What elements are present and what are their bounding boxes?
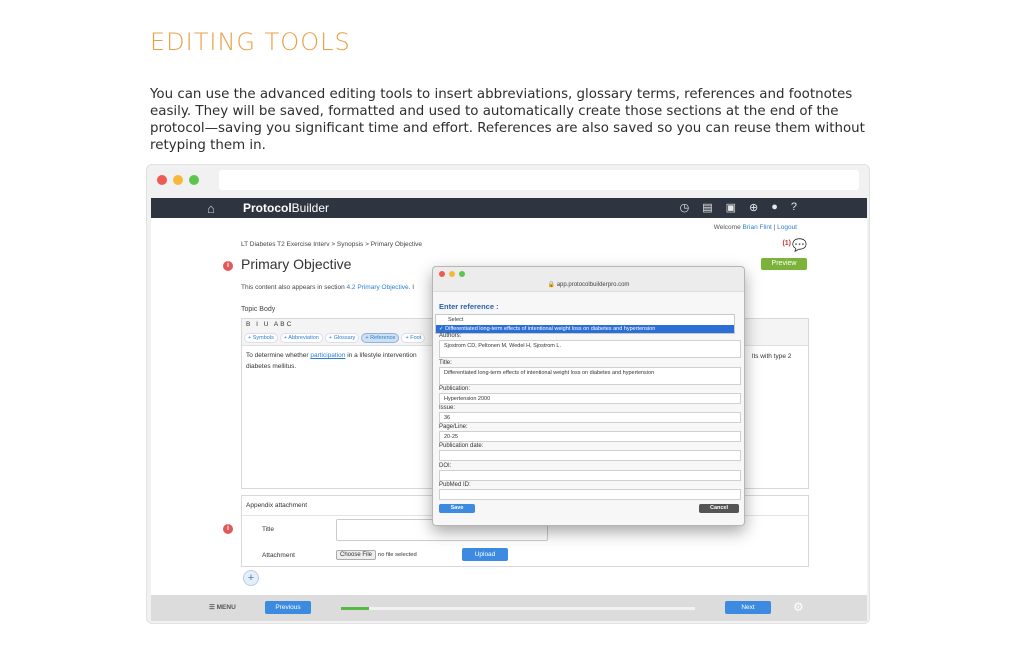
print-icon[interactable]: ▤ <box>702 201 712 214</box>
add-appendix-button[interactable]: + <box>243 570 259 586</box>
select-option-placeholder[interactable]: Select <box>436 315 734 325</box>
dialog-body: Enter reference : Select ✓ Differentiate… <box>433 291 744 525</box>
no-file-text: no file selected <box>378 552 417 558</box>
topic-body-label: Topic Body <box>241 306 276 313</box>
insert-tools: + Symbols + Abbreviation + Glossary + Re… <box>244 333 426 343</box>
id-card-icon[interactable]: ▣ <box>726 201 736 214</box>
minimize-window-button[interactable] <box>173 175 183 185</box>
help-icon[interactable]: ? <box>791 201 797 214</box>
dialog-minimize-button[interactable] <box>449 271 455 277</box>
insert-glossary-button[interactable]: + Glossary <box>324 333 360 343</box>
info-icon[interactable]: i <box>223 261 233 271</box>
user-name-link[interactable]: Brian Flint <box>743 224 772 231</box>
title-field-input[interactable]: Differentiated long-term effects of inte… <box>439 367 741 385</box>
dialog-heading: Enter reference : <box>439 302 499 311</box>
window-controls <box>157 175 199 185</box>
gear-icon[interactable]: ⚙ <box>793 600 804 614</box>
insert-reference-button[interactable]: + Reference <box>361 333 400 343</box>
insert-abbreviation-button[interactable]: + Abbreviation <box>279 333 323 343</box>
insert-footnote-button[interactable]: + Foot <box>401 333 426 343</box>
page-heading: EDITING TOOLS <box>150 28 351 56</box>
address-bar[interactable] <box>219 170 859 190</box>
menu-button[interactable]: ☰ MENU <box>209 603 236 611</box>
app-brand: ProtocolBuilder <box>243 201 330 215</box>
reference-select[interactable]: Select ✓ Differentiated long-term effect… <box>435 314 735 334</box>
comments-icon[interactable]: 💬 <box>792 238 807 252</box>
publication-date-label: Publication date: <box>439 443 484 449</box>
intro-paragraph: You can use the advanced editing tools t… <box>150 87 865 153</box>
progress-fill <box>341 607 370 610</box>
publication-date-input[interactable] <box>439 450 741 461</box>
next-button[interactable]: Next <box>725 601 771 614</box>
home-icon[interactable]: ⌂ <box>207 201 215 216</box>
reference-dialog: 🔒 app.protocolbuilderpro.com Enter refer… <box>432 266 745 526</box>
insert-symbols-button[interactable]: + Symbols <box>244 333 278 343</box>
bottom-bar: ☰ MENU Previous Next ⚙ <box>151 595 867 621</box>
app-topbar: ⌂ ProtocolBuilder ◷ ▤ ▣ ⊕ ● ? <box>151 198 867 218</box>
dialog-url: 🔒 app.protocolbuilderpro.com <box>547 282 630 288</box>
dialog-window-controls <box>439 271 465 277</box>
format-buttons[interactable]: B I U ABC <box>246 321 293 328</box>
issue-input[interactable]: 36 <box>439 412 741 423</box>
previous-button[interactable]: Previous <box>265 601 311 614</box>
select-option-selected[interactable]: ✓ Differentiated long-term effects of in… <box>436 325 734 333</box>
dialog-close-button[interactable] <box>439 271 445 277</box>
close-window-button[interactable] <box>157 175 167 185</box>
globe-icon[interactable]: ⊕ <box>749 201 758 214</box>
preview-button[interactable]: Preview <box>761 258 807 270</box>
issue-label: Issue: <box>439 405 456 411</box>
welcome-bar: Welcome Brian Flint | Logout <box>713 224 797 231</box>
logout-link[interactable]: Logout <box>777 224 797 231</box>
upload-button[interactable]: Upload <box>462 548 508 561</box>
topbar-icons: ◷ ▤ ▣ ⊕ ● ? <box>680 201 797 214</box>
cancel-button[interactable]: Cancel <box>699 504 739 513</box>
page-title: Primary Objective <box>241 256 352 272</box>
title-label: Title <box>262 526 275 533</box>
doi-label: DOI: <box>439 463 452 469</box>
save-button[interactable]: Save <box>439 504 475 513</box>
maximize-window-button[interactable] <box>189 175 199 185</box>
history-icon[interactable]: ◷ <box>680 201 690 214</box>
page-line-input[interactable]: 20-25 <box>439 431 741 442</box>
pubmed-id-input[interactable] <box>439 489 741 500</box>
doi-input[interactable] <box>439 470 741 481</box>
glossary-term-link[interactable]: participation <box>310 352 345 359</box>
authors-label: Authors: <box>439 333 462 339</box>
choose-file-button[interactable]: Choose File <box>336 550 377 560</box>
comment-count-badge: (1) <box>782 240 791 247</box>
breadcrumb: LT Diabetes T2 Exercise Interv > Synopsi… <box>241 241 422 248</box>
dialog-maximize-button[interactable] <box>459 271 465 277</box>
title-field-label: Title: <box>439 360 452 366</box>
section-link[interactable]: 4.2 Primary Objective <box>347 284 409 291</box>
publication-input[interactable]: Hypertension 2000 <box>439 393 741 404</box>
appendix-info-icon[interactable]: i <box>223 524 233 534</box>
user-icon[interactable]: ● <box>771 201 778 214</box>
publication-label: Publication: <box>439 386 471 392</box>
attachment-label: Attachment <box>262 552 295 559</box>
also-appears-text: This content also appears in section 4.2… <box>241 284 415 291</box>
authors-input[interactable]: Sjostrom CD, Peltonen M, Wedel H, Sjostr… <box>439 340 741 358</box>
page-line-label: Page/Line: <box>439 424 468 430</box>
progress-bar <box>341 607 695 610</box>
pubmed-id-label: PubMed ID: <box>439 482 471 488</box>
editor-text-tail: lts with type 2 <box>752 353 792 360</box>
